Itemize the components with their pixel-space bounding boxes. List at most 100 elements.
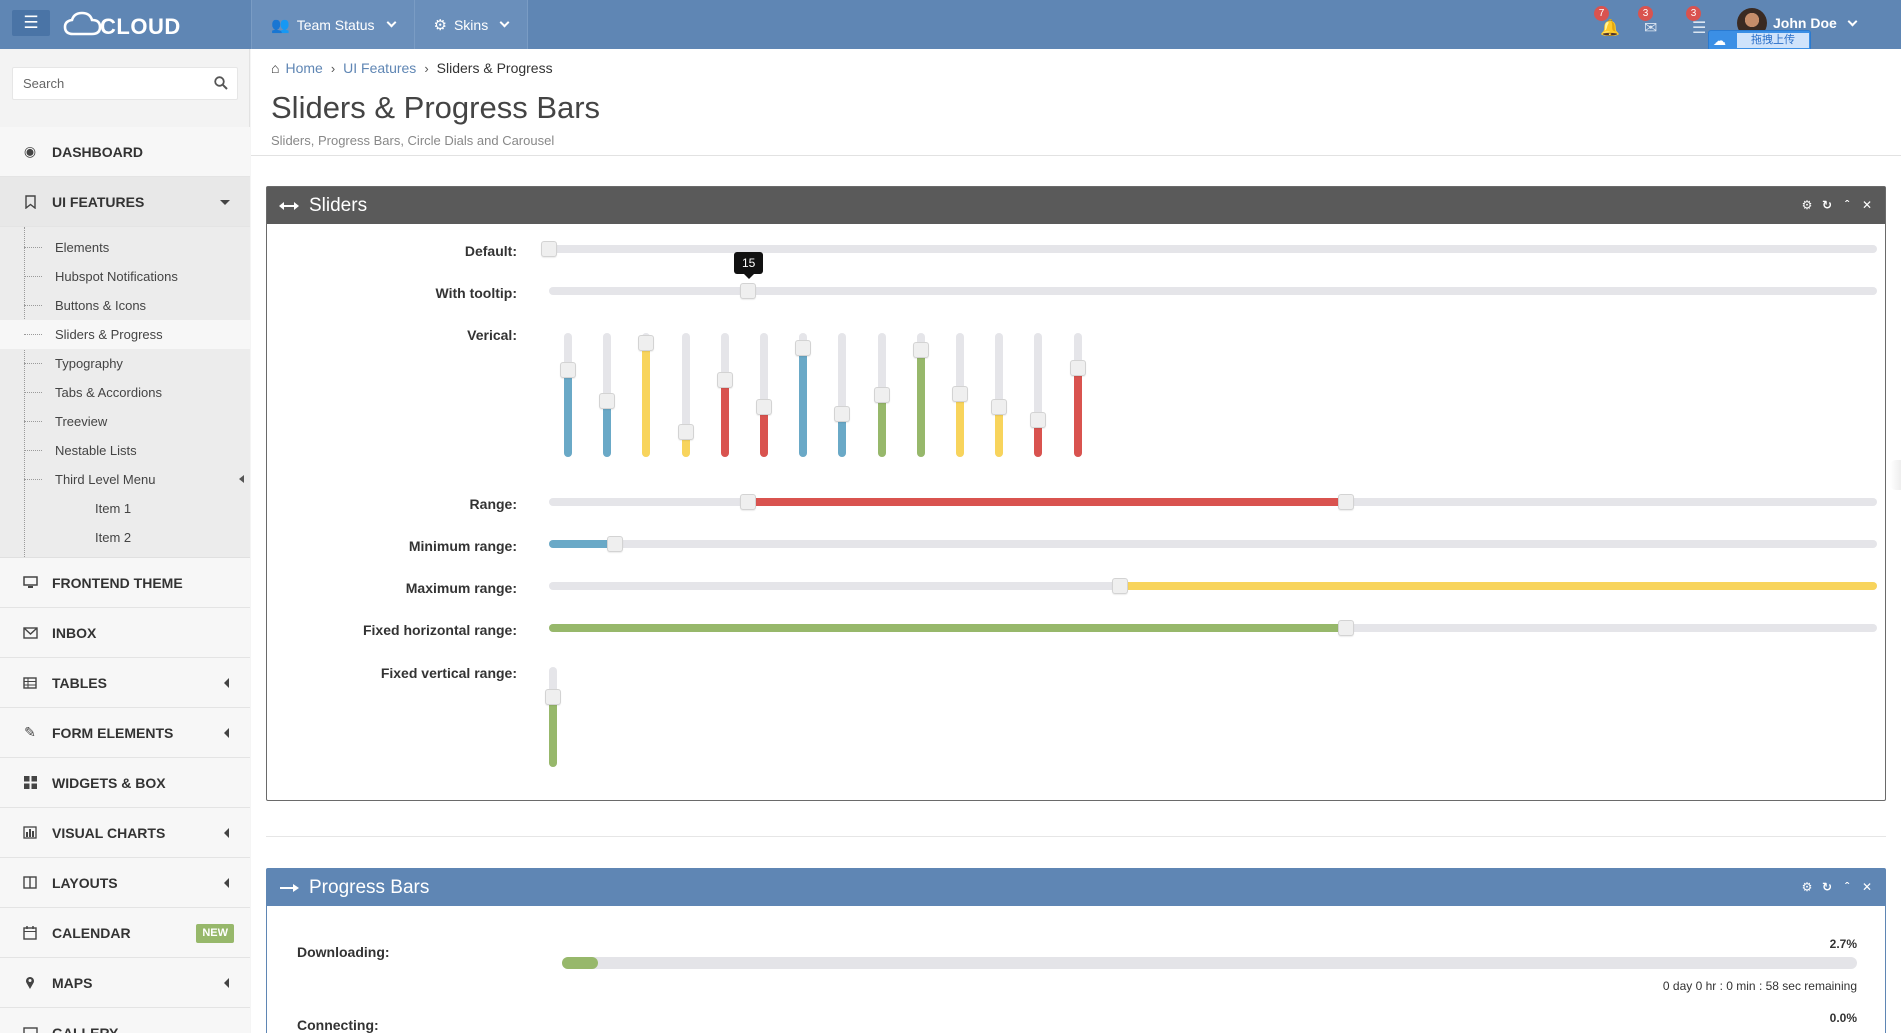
sidebar-item-form-elements[interactable]: ✎ FORM ELEMENTS (0, 708, 250, 758)
slider-handle[interactable] (716, 372, 733, 389)
range-handle-max[interactable] (1337, 494, 1354, 510)
vertical-slider[interactable] (952, 333, 968, 457)
slider-handle[interactable] (607, 536, 624, 552)
slider-handle[interactable] (599, 393, 616, 410)
submenu-item-item-2[interactable]: Item 2 (0, 523, 250, 552)
slider-handle[interactable] (912, 342, 929, 359)
submenu-item-treeview[interactable]: Treeview (0, 407, 250, 436)
vertical-slider-fill (564, 370, 572, 457)
vertical-slider[interactable] (638, 333, 655, 457)
tooltip-slider[interactable] (549, 283, 1877, 299)
vertical-slider[interactable] (873, 333, 890, 457)
vertical-slider[interactable] (1069, 333, 1086, 457)
edit-icon: ✎ (24, 724, 36, 740)
team-status-menu[interactable]: 👥 Team Status (251, 0, 415, 49)
slider-handle[interactable] (541, 241, 557, 257)
sidebar-item-layouts[interactable]: LAYOUTS (0, 858, 250, 908)
search-input[interactable] (13, 68, 203, 99)
drag-upload-widget[interactable]: ☁ 拖拽上传 (1708, 30, 1811, 51)
submenu-item-tabs-accordions[interactable]: Tabs & Accordions (0, 378, 250, 407)
sidebar-item-dashboard[interactable]: ◉ DASHBOARD (0, 127, 250, 177)
arrow-right-icon (280, 883, 299, 892)
close-icon[interactable]: ✕ (1861, 199, 1873, 211)
slider-handle[interactable] (756, 399, 772, 416)
vertical-slider[interactable] (834, 333, 851, 457)
brand-name: CLOUD (100, 14, 181, 39)
vertical-slider[interactable] (599, 333, 616, 457)
slider-handle[interactable] (795, 339, 812, 356)
refresh-icon[interactable]: ↻ (1821, 199, 1833, 211)
submenu-item-label: Item 2 (95, 530, 132, 545)
slider-handle[interactable] (952, 385, 968, 402)
sidebar-item-frontend-theme[interactable]: FRONTEND THEME (0, 558, 250, 608)
config-icon[interactable]: ⚙ (1801, 881, 1813, 893)
skins-menu[interactable]: ⚙ Skins (414, 0, 529, 49)
max-range-slider[interactable] (549, 578, 1877, 594)
sidebar-item-label: LAYOUTS (52, 874, 118, 891)
range-slider[interactable] (549, 494, 1877, 510)
range-handle-min[interactable] (740, 494, 757, 510)
slider-handle[interactable] (1112, 578, 1129, 594)
vertical-slider[interactable] (912, 333, 929, 457)
submenu-item-label: Tabs & Accordions (55, 385, 162, 400)
sidebar-item-calendar[interactable]: CALENDAR NEW (0, 908, 250, 958)
breadcrumb-current: Sliders & Progress (436, 60, 553, 76)
slider-handle[interactable] (545, 689, 561, 705)
sidebar-toggle-button[interactable]: ☰ (12, 10, 50, 36)
slider-handle[interactable] (740, 283, 757, 299)
picture-icon (22, 1025, 38, 1033)
vertical-slider[interactable] (795, 333, 812, 457)
notifications-button[interactable]: 🔔 7 (1594, 6, 1624, 40)
vertical-slider[interactable] (756, 333, 772, 457)
slider-handle[interactable] (873, 387, 890, 403)
vertical-slider[interactable] (716, 333, 733, 457)
submenu-item-elements[interactable]: Elements (0, 233, 250, 262)
sidebar-item-inbox[interactable]: INBOX (0, 608, 250, 658)
min-range-slider[interactable] (549, 536, 1877, 552)
fixed-horizontal-slider[interactable] (549, 620, 1877, 636)
sidebar-item-gallery[interactable]: GALLERY (0, 1008, 250, 1033)
sidebar-item-tables[interactable]: TABLES (0, 658, 250, 708)
breadcrumb-ui-features[interactable]: UI Features (343, 60, 416, 76)
slider-handle[interactable] (1069, 359, 1086, 376)
submenu-item-third-level-menu[interactable]: Third Level Menu (0, 465, 250, 494)
submenu-item-buttons-icons[interactable]: Buttons & Icons (0, 291, 250, 320)
search-icon[interactable] (214, 76, 228, 90)
config-icon[interactable]: ⚙ (1801, 199, 1813, 211)
sidebar-item-maps[interactable]: MAPS (0, 958, 250, 1008)
slider-handle[interactable] (991, 399, 1008, 416)
submenu-item-nestable-lists[interactable]: Nestable Lists (0, 436, 250, 465)
collapse-icon[interactable]: ˆ (1841, 881, 1853, 893)
slider-handle[interactable] (677, 424, 694, 441)
submenu-item-typography[interactable]: Typography (0, 349, 250, 378)
vertical-slider[interactable] (677, 333, 694, 457)
vertical-slider-fill (1073, 367, 1082, 457)
slider-handle[interactable] (560, 362, 576, 379)
breadcrumb-home[interactable]: Home (285, 60, 322, 76)
sidebar-item-ui-features[interactable]: UI FEATURES (0, 177, 250, 227)
vertical-slider[interactable] (991, 333, 1008, 457)
submenu-item-hubspot-notifications[interactable]: Hubspot Notifications (0, 262, 250, 291)
collapse-icon[interactable]: ˆ (1841, 199, 1853, 211)
messages-button[interactable]: ✉ 3 (1638, 6, 1668, 40)
close-icon[interactable]: ✕ (1861, 881, 1873, 893)
submenu-item-item-1[interactable]: Item 1 (0, 494, 250, 523)
fixed-vertical-slider[interactable] (545, 667, 561, 767)
vertical-slider[interactable] (1030, 333, 1047, 457)
refresh-icon[interactable]: ↻ (1821, 881, 1833, 893)
slider-handle[interactable] (1030, 411, 1047, 428)
sidebar-item-widgets-box[interactable]: WIDGETS & BOX (0, 758, 250, 808)
sidebar-item-visual-charts[interactable]: VISUAL CHARTS (0, 808, 250, 858)
slider-handle[interactable] (834, 405, 851, 422)
brand-logo[interactable]: CLOUD (63, 9, 181, 39)
submenu-item-label: Typography (55, 356, 123, 371)
section-separator (266, 836, 1886, 837)
submenu-item-sliders-progress[interactable]: Sliders & Progress (0, 320, 250, 349)
caret-left-icon (224, 878, 229, 888)
tree-branch (24, 276, 42, 277)
vertical-slider[interactable] (560, 333, 576, 457)
ui-features-submenu: Elements Hubspot Notifications Buttons &… (0, 227, 250, 558)
sidebar-item-label: DASHBOARD (52, 143, 143, 160)
slider-handle[interactable] (1337, 620, 1354, 636)
slider-handle[interactable] (638, 334, 655, 351)
